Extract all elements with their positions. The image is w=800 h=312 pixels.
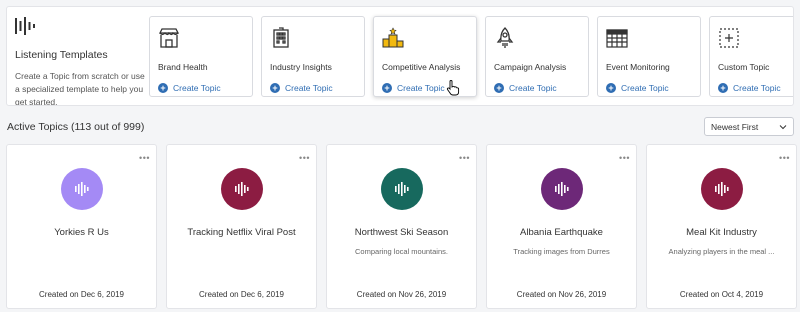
sound-wave-icon: [554, 182, 569, 196]
listening-templates-panel: Listening Templates Create a Topic from …: [6, 6, 794, 106]
create-topic-link[interactable]: + Create Topic: [494, 83, 557, 93]
plus-circle-icon: +: [494, 83, 504, 93]
more-options-icon[interactable]: •••: [139, 154, 150, 163]
topic-avatar: [220, 168, 263, 210]
calendar-icon: [606, 29, 628, 48]
building-icon: [273, 27, 289, 48]
more-options-icon[interactable]: •••: [779, 154, 790, 163]
templates-title: Listening Templates: [15, 49, 108, 61]
hand-pointer-cursor-icon: [446, 80, 460, 96]
more-options-icon[interactable]: •••: [459, 154, 470, 163]
template-card-custom-topic[interactable]: Custom Topic + Create Topic: [709, 16, 793, 97]
sort-selected-value: Newest First: [711, 122, 759, 132]
template-card-industry-insights[interactable]: Industry Insights + Create Topic: [261, 16, 365, 97]
topic-description: Comparing local mountains.: [355, 247, 448, 256]
topic-name: Yorkies R Us: [54, 227, 109, 238]
topic-description: Tracking images from Durres: [513, 247, 610, 256]
topic-card[interactable]: ••• Albania Earthquake Tracking images f…: [486, 144, 637, 309]
sound-wave-icon: [234, 182, 249, 196]
sound-wave-icon: [714, 182, 729, 196]
plus-circle-icon: +: [158, 83, 168, 93]
topic-avatar: [380, 168, 423, 210]
dashed-plus-icon: [719, 28, 739, 48]
template-card-brand-health[interactable]: Brand Health + Create Topic: [149, 16, 253, 97]
plus-circle-icon: +: [382, 83, 392, 93]
more-options-icon[interactable]: •••: [619, 154, 630, 163]
sound-wave-logo-icon: [15, 17, 35, 35]
topic-created-date: Created on Oct 4, 2019: [679, 290, 764, 299]
create-topic-link[interactable]: + Create Topic: [158, 83, 221, 93]
topic-description: Analyzing players in the meal ...: [668, 247, 775, 256]
topic-avatar: [700, 168, 743, 210]
more-options-icon[interactable]: •••: [299, 154, 310, 163]
topic-created-date: Created on Nov 26, 2019: [516, 290, 607, 299]
topic-created-date: Created on Dec 6, 2019: [199, 290, 284, 299]
plus-circle-icon: +: [270, 83, 280, 93]
topic-created-date: Created on Nov 26, 2019: [356, 290, 447, 299]
chevron-down-icon: [779, 125, 787, 130]
topic-card[interactable]: ••• Meal Kit Industry Analyzing players …: [646, 144, 797, 309]
template-card-campaign-analysis[interactable]: Campaign Analysis + Create Topic: [485, 16, 589, 97]
template-name: Brand Health: [158, 62, 208, 72]
topic-card[interactable]: ••• Yorkies R Us Created on Dec 6, 2019: [6, 144, 157, 309]
template-name: Event Monitoring: [606, 62, 670, 72]
templates-description: Create a Topic from scratch or use a spe…: [15, 71, 145, 106]
template-name: Campaign Analysis: [494, 62, 567, 72]
topic-card[interactable]: ••• Tracking Netflix Viral Post Created …: [166, 144, 317, 309]
topic-created-date: Created on Dec 6, 2019: [39, 290, 124, 299]
template-name: Custom Topic: [718, 62, 770, 72]
topic-name: Albania Earthquake: [520, 227, 603, 238]
templates-intro: Listening Templates Create a Topic from …: [15, 17, 145, 105]
sort-dropdown[interactable]: Newest First: [704, 117, 794, 136]
create-topic-link[interactable]: + Create Topic: [718, 83, 781, 93]
template-card-competitive-analysis[interactable]: Competitive Analysis + Create Topic: [373, 16, 477, 97]
create-topic-link[interactable]: + Create Topic: [382, 83, 445, 93]
create-topic-link[interactable]: + Create Topic: [606, 83, 669, 93]
sound-wave-icon: [74, 182, 89, 196]
template-name: Industry Insights: [270, 62, 332, 72]
topic-name: Tracking Netflix Viral Post: [187, 227, 296, 238]
topic-card[interactable]: ••• Northwest Ski Season Comparing local…: [326, 144, 477, 309]
topic-name: Meal Kit Industry: [686, 227, 757, 238]
storefront-icon: [158, 28, 180, 48]
topic-avatar: [60, 168, 103, 210]
active-topics-title: Active Topics (113 out of 999): [7, 121, 145, 133]
template-card-event-monitoring[interactable]: Event Monitoring + Create Topic: [597, 16, 701, 97]
topic-name: Northwest Ski Season: [354, 227, 449, 238]
rocket-icon: [496, 27, 514, 48]
podium-icon: [382, 27, 404, 48]
plus-circle-icon: +: [606, 83, 616, 93]
topic-avatar: [540, 168, 583, 210]
sound-wave-icon: [394, 182, 409, 196]
template-name: Competitive Analysis: [382, 62, 461, 72]
plus-circle-icon: +: [718, 83, 728, 93]
create-topic-link[interactable]: + Create Topic: [270, 83, 333, 93]
